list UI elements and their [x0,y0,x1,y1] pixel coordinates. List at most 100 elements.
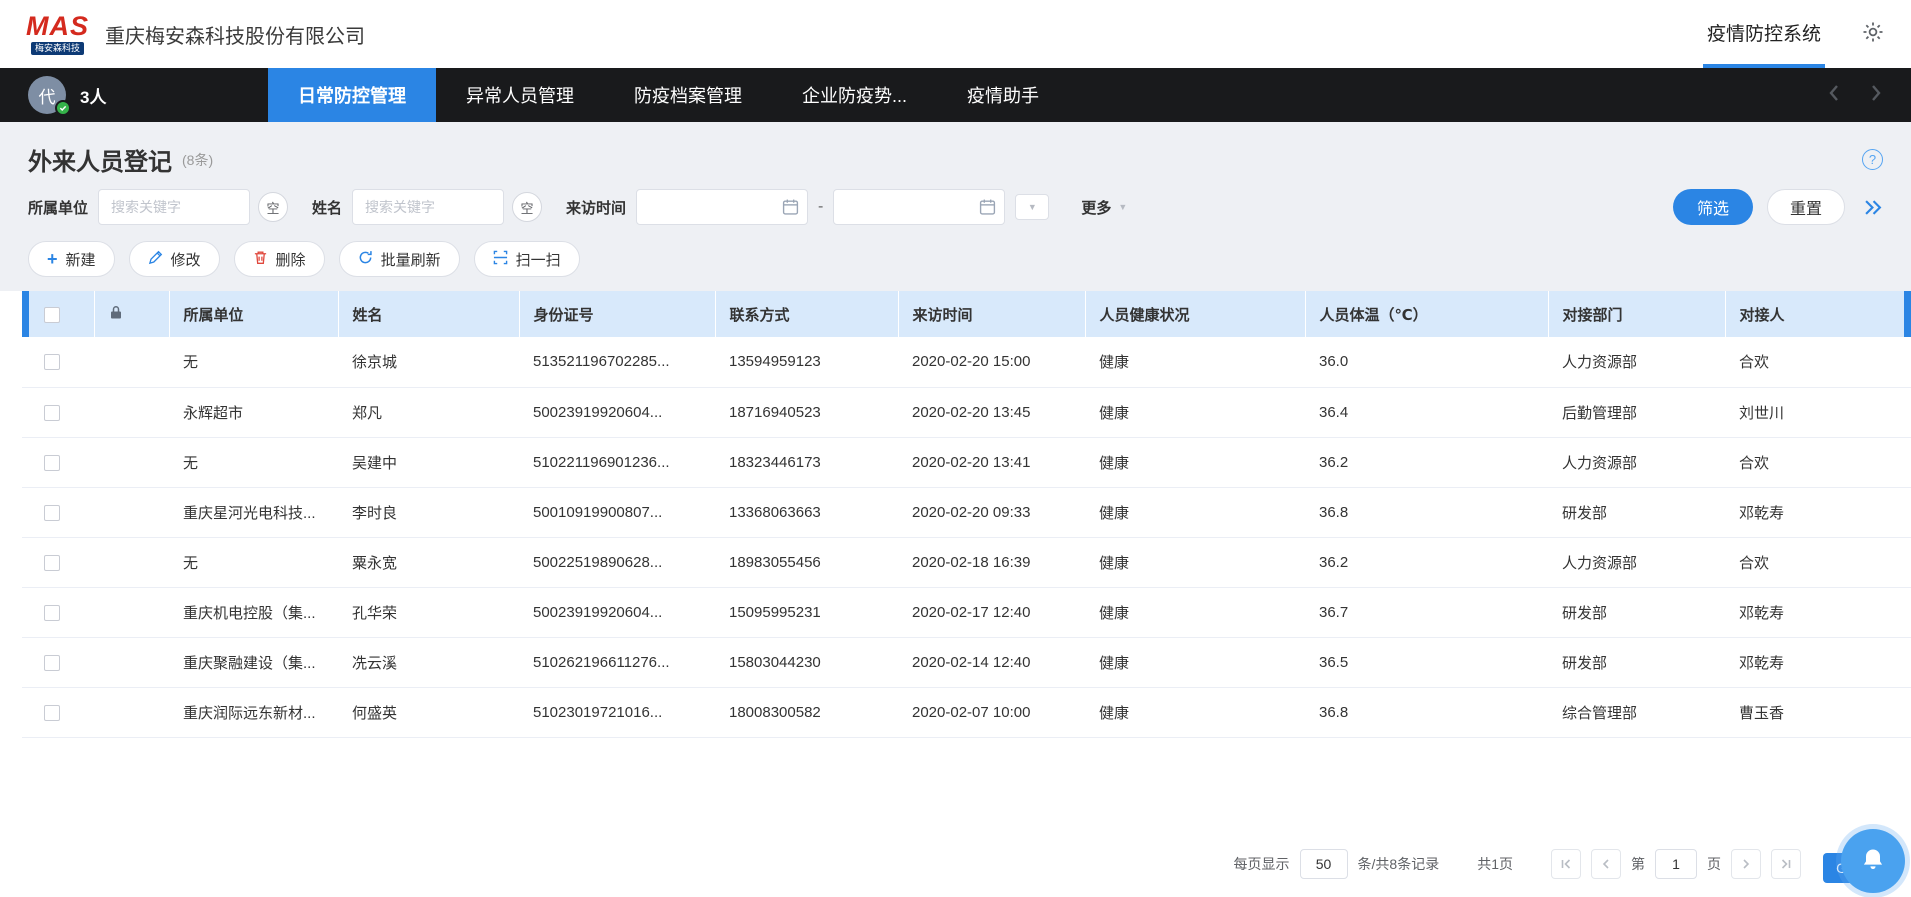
user-block[interactable]: 代 3人 [0,68,268,122]
row-checkbox[interactable] [44,605,60,621]
cell-name: 吴建中 [338,437,519,487]
row-checkbox[interactable] [44,705,60,721]
table-row[interactable]: 重庆润际远东新材... 何盛英 51023019721016... 180083… [22,687,1911,737]
column-header[interactable]: 来访时间 [898,291,1085,337]
cell-contact-person: 合欢 [1725,437,1911,487]
table-row[interactable]: 重庆星河光电科技... 李时良 50010919900807... 133680… [22,487,1911,537]
nav-tab[interactable]: 日常防控管理 [268,68,436,122]
cell-health-status: 健康 [1085,487,1305,537]
column-header[interactable]: 所属单位 [169,291,338,337]
cell-temperature: 36.8 [1305,487,1548,537]
date-range-dropdown-button[interactable]: ▼ [1015,194,1049,220]
row-checkbox[interactable] [44,455,60,471]
avatar[interactable]: 代 [28,76,66,114]
per-page-label: 每页显示 [1234,854,1290,874]
row-checkbox[interactable] [44,505,60,521]
visit-time-end-input[interactable] [833,189,1005,225]
cell-unit: 重庆润际远东新材... [169,687,338,737]
select-all-checkbox[interactable] [44,307,60,323]
avatar-text: 代 [39,83,56,108]
cell-health-status: 健康 [1085,337,1305,387]
row-select-cell [22,687,94,737]
column-header[interactable]: 姓名 [338,291,519,337]
unit-empty-button[interactable]: 空 [258,192,288,222]
column-header[interactable]: 对接人 [1725,291,1911,337]
cell-phone: 18983055456 [715,537,898,587]
delete-button[interactable]: 删除 [234,241,325,277]
refresh-icon [358,250,373,269]
system-tab-epidemic[interactable]: 疫情防控系统 [1703,0,1825,68]
table-row[interactable]: 无 粟永宽 50022519890628... 18983055456 2020… [22,537,1911,587]
per-page-input[interactable] [1300,849,1348,879]
cell-health-status: 健康 [1085,637,1305,687]
cell-department: 综合管理部 [1548,687,1725,737]
cell-contact-person: 邓乾寿 [1725,637,1911,687]
next-page-button[interactable] [1731,849,1761,879]
cell-department: 人力资源部 [1548,537,1725,587]
row-checkbox[interactable] [44,354,60,370]
cell-unit: 无 [169,537,338,587]
table-row[interactable]: 重庆机电控股（集... 孔华荣 50023919920604... 150959… [22,587,1911,637]
unit-search-input[interactable] [98,189,250,225]
cell-phone: 18008300582 [715,687,898,737]
filter-button[interactable]: 筛选 [1673,189,1753,225]
scan-icon [493,250,508,269]
table-row[interactable]: 永辉超市 郑凡 50023919920604... 18716940523 20… [22,387,1911,437]
chevron-down-icon: ▼ [1028,202,1037,212]
cell-unit: 永辉超市 [169,387,338,437]
column-header[interactable]: 人员健康状况 [1085,291,1305,337]
nav-tab[interactable]: 疫情助手 [937,68,1069,122]
row-checkbox[interactable] [44,555,60,571]
cell-unit: 重庆星河光电科技... [169,487,338,537]
column-header[interactable]: 联系方式 [715,291,898,337]
column-header[interactable]: 身份证号 [519,291,715,337]
edit-button[interactable]: 修改 [129,241,220,277]
records-label: 条/共8条记录 [1358,854,1440,874]
column-header[interactable]: 人员体温（℃） [1305,291,1548,337]
settings-button[interactable] [1861,20,1885,49]
cell-phone: 15095995231 [715,587,898,637]
cell-visit-time: 2020-02-20 09:33 [898,487,1085,537]
cell-department: 研发部 [1548,587,1725,637]
page-number-input[interactable] [1655,849,1697,879]
frozen-right-indicator [1904,291,1911,337]
record-count: (8条) [182,150,213,170]
app-root: MAS 梅安森科技 重庆梅安森科技股份有限公司 疫情防控系统 代 3人 [0,0,1911,897]
new-button[interactable]: + 新建 [28,241,115,277]
table-row[interactable]: 无 吴建中 510221196901236... 18323446173 202… [22,437,1911,487]
cell-name: 冼云溪 [338,637,519,687]
name-search-input[interactable] [352,189,504,225]
column-header[interactable]: 对接部门 [1548,291,1725,337]
prev-page-button[interactable] [1591,849,1621,879]
table-row[interactable]: 重庆聚融建设（集... 冼云溪 510262196611276... 15803… [22,637,1911,687]
cell-health-status: 健康 [1085,437,1305,487]
nav-tab[interactable]: 防疫档案管理 [604,68,772,122]
row-select-cell [22,337,94,387]
visit-time-start-input[interactable] [636,189,808,225]
nav-tab[interactable]: 企业防疫势... [772,68,937,122]
delete-button-label: 删除 [276,249,306,270]
cell-id-number: 50022519890628... [519,537,715,587]
row-checkbox[interactable] [44,655,60,671]
cell-visit-time: 2020-02-20 13:41 [898,437,1085,487]
double-chevron-right-icon[interactable] [1863,199,1883,216]
scan-button[interactable]: 扫一扫 [474,241,580,277]
first-page-button[interactable] [1551,849,1581,879]
more-filters-button[interactable]: 更多 ▼ [1081,197,1127,218]
table-row[interactable]: 无 徐京城 513521196702285... 13594959123 202… [22,337,1911,387]
cell-contact-person: 合欢 [1725,537,1911,587]
row-lock-cell [94,387,169,437]
check-badge-icon [55,100,71,116]
table-card: 所属单位姓名身份证号联系方式来访时间人员健康状况人员体温（℃）对接部门对接人 无… [0,291,1911,897]
reset-button[interactable]: 重置 [1767,189,1845,225]
help-icon[interactable]: ? [1862,149,1883,170]
row-checkbox[interactable] [44,405,60,421]
chevron-left-icon[interactable] [1827,84,1841,107]
chevron-right-icon[interactable] [1869,84,1883,107]
row-lock-cell [94,587,169,637]
last-page-button[interactable] [1771,849,1801,879]
batch-refresh-button[interactable]: 批量刷新 [339,241,460,277]
nav-tab[interactable]: 异常人员管理 [436,68,604,122]
notification-fab[interactable] [1841,829,1905,893]
name-empty-button[interactable]: 空 [512,192,542,222]
